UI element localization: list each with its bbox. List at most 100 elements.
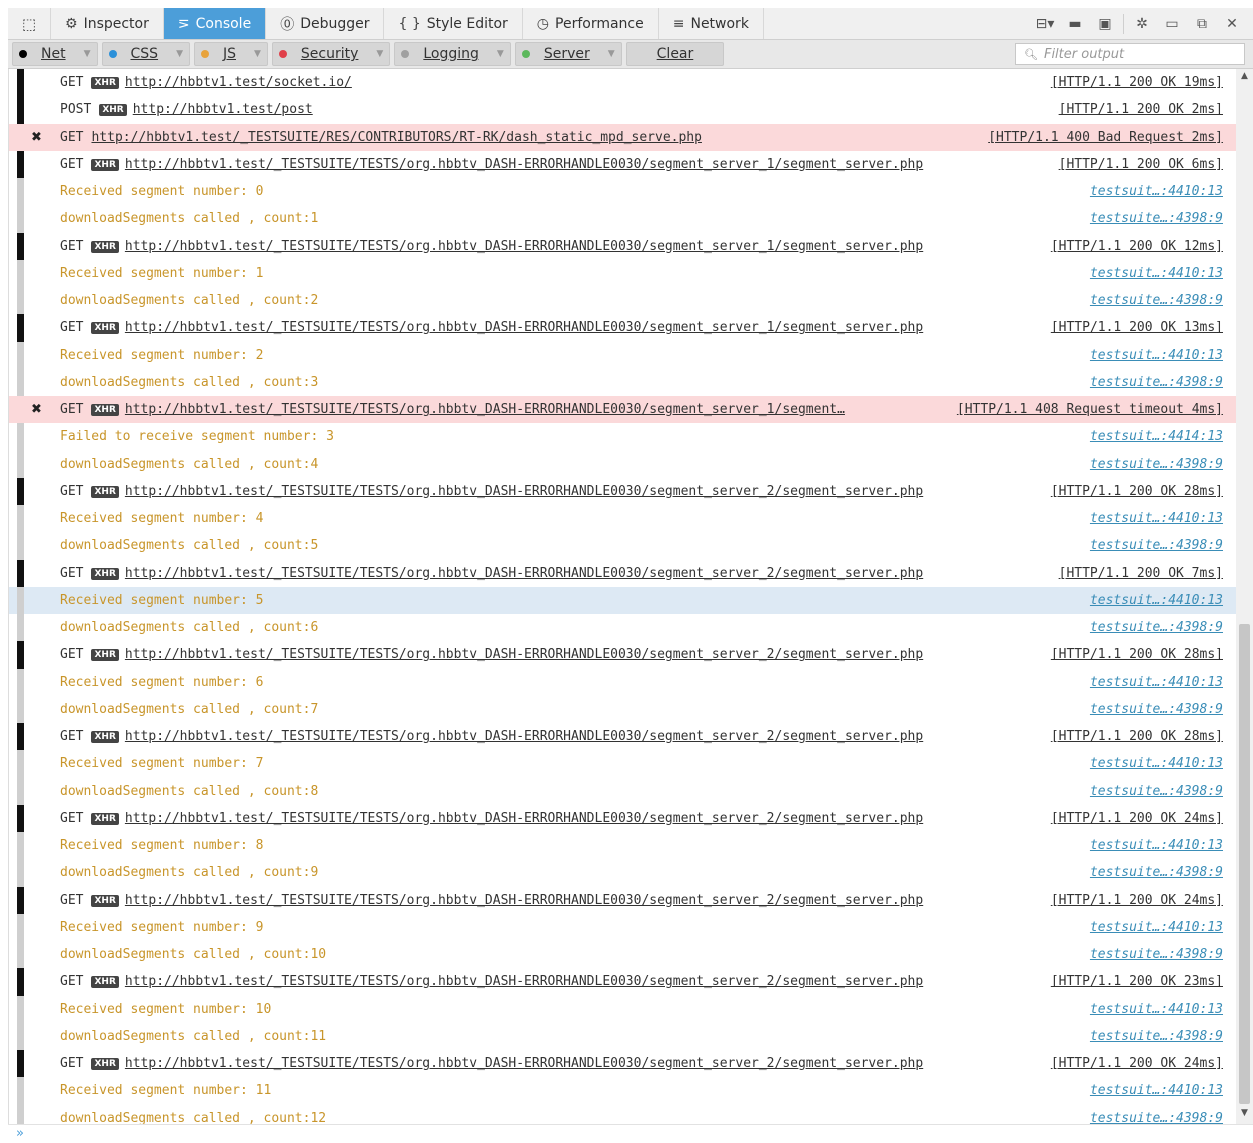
chevron-down-icon[interactable]: ▼ [254, 49, 261, 59]
log-message-row[interactable]: Received segment number: 10 testsuit…:441… [9, 995, 1237, 1023]
log-message-row[interactable]: downloadSegments called , count:11 testsu… [9, 1022, 1237, 1050]
log-message-row[interactable]: downloadSegments called , count:1 testsui… [9, 205, 1237, 233]
source-location-link[interactable]: testsuit…:4410:13 [1090, 511, 1223, 526]
request-url-link[interactable]: http://hbbtv1.test/socket.io/ [125, 75, 352, 90]
filter-css[interactable]: CSS ▼ [101, 42, 190, 66]
dock-button[interactable]: ▭ [1157, 9, 1187, 39]
request-url-link[interactable]: http://hbbtv1.test/_TESTSUITE/TESTS/org.… [125, 320, 923, 335]
filter-net[interactable]: Net ▼ [12, 42, 98, 66]
source-location-link[interactable]: testsuite…:4398:9 [1090, 211, 1223, 226]
tab-inspector[interactable]: ⚙ Inspector [51, 8, 164, 39]
settings-button[interactable]: ✲ [1127, 9, 1157, 39]
source-location-link[interactable]: testsuite…:4398:9 [1090, 538, 1223, 553]
response-status-link[interactable]: [HTTP/1.1 200 OK 23ms] [1051, 974, 1223, 989]
request-url-link[interactable]: http://hbbtv1.test/_TESTSUITE/TESTS/org.… [125, 402, 845, 417]
request-url-link[interactable]: http://hbbtv1.test/_TESTSUITE/TESTS/org.… [125, 566, 923, 581]
log-message-row[interactable]: Failed to receive segment number: 3 tests… [9, 423, 1237, 451]
log-message-row[interactable]: downloadSegments called , count:2 testsui… [9, 287, 1237, 315]
network-request-row[interactable]: GET XHR http://hbbtv1.test/_TESTSUITE/TEST… [9, 232, 1237, 260]
response-status-link[interactable]: [HTTP/1.1 408 Request timeout 4ms] [957, 402, 1223, 417]
log-message-row[interactable]: Received segment number: 6 testsuit…:4410… [9, 668, 1237, 696]
source-location-link[interactable]: testsuit…:4410:13 [1090, 348, 1223, 363]
network-request-row[interactable]: GET XHR http://hbbtv1.test/_TESTSUITE/TEST… [9, 723, 1237, 751]
request-url-link[interactable]: http://hbbtv1.test/_TESTSUITE/TESTS/org.… [125, 811, 923, 826]
request-url-link[interactable]: http://hbbtv1.test/_TESTSUITE/TESTS/org.… [125, 1056, 923, 1071]
log-message-row[interactable]: Received segment number: 9 testsuit…:4410… [9, 913, 1237, 941]
undock-button[interactable]: ⧉ [1187, 9, 1217, 39]
source-location-link[interactable]: testsuite…:4398:9 [1090, 375, 1223, 390]
network-request-row[interactable]: GET XHR http://hbbtv1.test/_TESTSUITE/TEST… [9, 314, 1237, 342]
source-location-link[interactable]: testsuit…:4410:13 [1090, 838, 1223, 853]
network-request-row[interactable]: POST XHR http://hbbtv1.test/post [HTTP/1.1 … [9, 96, 1237, 124]
source-location-link[interactable]: testsuite…:4398:9 [1090, 702, 1223, 717]
source-location-link[interactable]: testsuite…:4398:9 [1090, 1029, 1223, 1044]
network-request-row[interactable]: GET XHR http://hbbtv1.test/socket.io/ [HTTP… [9, 69, 1237, 97]
filter-logging[interactable]: Logging ▼ [394, 42, 511, 66]
response-status-link[interactable]: [HTTP/1.1 200 OK 24ms] [1051, 1056, 1223, 1071]
network-request-row[interactable]: GET XHR http://hbbtv1.test/_TESTSUITE/TEST… [9, 477, 1237, 505]
response-status-link[interactable]: [HTTP/1.1 200 OK 24ms] [1051, 893, 1223, 908]
source-location-link[interactable]: testsuit…:4410:13 [1090, 1083, 1223, 1098]
source-location-link[interactable]: testsuit…:4410:13 [1090, 920, 1223, 935]
chevron-down-icon[interactable]: ▼ [497, 49, 504, 59]
tab-debugger[interactable]: ⓪ Debugger [266, 8, 385, 39]
clear-button[interactable]: Clear [625, 42, 725, 66]
log-message-row[interactable]: Received segment number: 2 testsuit…:4410… [9, 341, 1237, 369]
scroll-thumb[interactable] [1239, 624, 1250, 1104]
output-scrollbar[interactable]: ▲ ▼ [1236, 69, 1253, 1124]
source-location-link[interactable]: testsuit…:4410:13 [1090, 184, 1223, 199]
request-url-link[interactable]: http://hbbtv1.test/post [133, 102, 313, 117]
split-console-button[interactable]: ▬ [1060, 9, 1090, 39]
chevron-down-icon[interactable]: ▼ [376, 49, 383, 59]
source-location-link[interactable]: testsuite…:4398:9 [1090, 1111, 1223, 1124]
tab-style-editor[interactable]: { } Style Editor [384, 8, 523, 39]
close-button[interactable]: ✕ [1217, 9, 1247, 39]
filter-input[interactable] [1041, 45, 1236, 63]
chevron-down-icon[interactable]: ▼ [176, 49, 183, 59]
chevron-down-icon[interactable]: ▼ [608, 49, 615, 59]
log-message-row[interactable]: downloadSegments called , count:10 testsu… [9, 941, 1237, 969]
log-message-row[interactable]: downloadSegments called , count:7 testsui… [9, 695, 1237, 723]
source-location-link[interactable]: testsuite…:4398:9 [1090, 865, 1223, 880]
tab-network[interactable]: ≡ Network [659, 8, 764, 39]
log-message-row[interactable]: downloadSegments called , count:4 testsui… [9, 450, 1237, 478]
request-url-link[interactable]: http://hbbtv1.test/_TESTSUITE/TESTS/org.… [125, 647, 923, 662]
response-status-link[interactable]: [HTTP/1.1 200 OK 7ms] [1059, 566, 1223, 581]
log-message-row[interactable]: downloadSegments called , count:5 testsui… [9, 532, 1237, 560]
network-request-row[interactable]: GET XHR http://hbbtv1.test/_TESTSUITE/TEST… [9, 968, 1237, 996]
source-location-link[interactable]: testsuit…:4410:13 [1090, 593, 1223, 608]
network-request-row[interactable]: GET XHR http://hbbtv1.test/_TESTSUITE/TEST… [9, 804, 1237, 832]
response-status-link[interactable]: [HTTP/1.1 200 OK 12ms] [1051, 239, 1223, 254]
log-message-row[interactable]: Received segment number: 5 testsuit…:4410… [9, 586, 1237, 614]
filter-security[interactable]: Security ▼ [271, 42, 391, 66]
request-url-link[interactable]: http://hbbtv1.test/_TESTSUITE/TESTS/org.… [125, 157, 923, 172]
network-request-row[interactable]: GET XHR http://hbbtv1.test/_TESTSUITE/TEST… [9, 150, 1237, 178]
request-url-link[interactable]: http://hbbtv1.test/_TESTSUITE/RES/CONTRI… [91, 130, 701, 145]
request-url-link[interactable]: http://hbbtv1.test/_TESTSUITE/TESTS/org.… [125, 729, 923, 744]
log-message-row[interactable]: downloadSegments called , count:9 testsui… [9, 859, 1237, 887]
source-location-link[interactable]: testsuit…:4410:13 [1090, 266, 1223, 281]
request-url-link[interactable]: http://hbbtv1.test/_TESTSUITE/TESTS/org.… [125, 893, 923, 908]
tab-performance[interactable]: ◷ Performance [523, 8, 659, 39]
network-request-row[interactable]: GET XHR http://hbbtv1.test/_TESTSUITE/TEST… [9, 641, 1237, 669]
source-location-link[interactable]: testsuit…:4414:13 [1090, 429, 1223, 444]
scroll-down-arrow[interactable]: ▼ [1236, 1108, 1253, 1122]
log-message-row[interactable]: Received segment number: 1 testsuit…:4410… [9, 259, 1237, 287]
response-status-link[interactable]: [HTTP/1.1 200 OK 28ms] [1051, 647, 1223, 662]
frame-select-button[interactable]: ⊟▾ [1030, 9, 1060, 39]
tab-console[interactable]: ⋝ Console [163, 8, 267, 39]
network-request-row[interactable]: ✖ GET XHR http://hbbtv1.test/_TESTSUITE/TES… [9, 396, 1237, 424]
log-message-row[interactable]: Received segment number: 0 testsuit…:4410… [9, 178, 1237, 206]
log-message-row[interactable]: downloadSegments called , count:6 testsui… [9, 614, 1237, 642]
log-message-row[interactable]: downloadSegments called , count:12 testsu… [9, 1104, 1237, 1124]
responsive-mode-button[interactable]: ▣ [1090, 9, 1120, 39]
source-location-link[interactable]: testsuite…:4398:9 [1090, 457, 1223, 472]
source-location-link[interactable]: testsuit…:4410:13 [1090, 675, 1223, 690]
network-request-row[interactable]: GET XHR http://hbbtv1.test/_TESTSUITE/TEST… [9, 886, 1237, 914]
network-request-row[interactable]: GET XHR http://hbbtv1.test/_TESTSUITE/TEST… [9, 1050, 1237, 1078]
log-message-row[interactable]: downloadSegments called , count:8 testsui… [9, 777, 1237, 805]
chevron-down-icon[interactable]: ▼ [84, 49, 91, 59]
response-status-link[interactable]: [HTTP/1.1 200 OK 13ms] [1051, 320, 1223, 335]
filter-js[interactable]: JS ▼ [193, 42, 268, 66]
response-status-link[interactable]: [HTTP/1.1 200 OK 2ms] [1059, 102, 1223, 117]
